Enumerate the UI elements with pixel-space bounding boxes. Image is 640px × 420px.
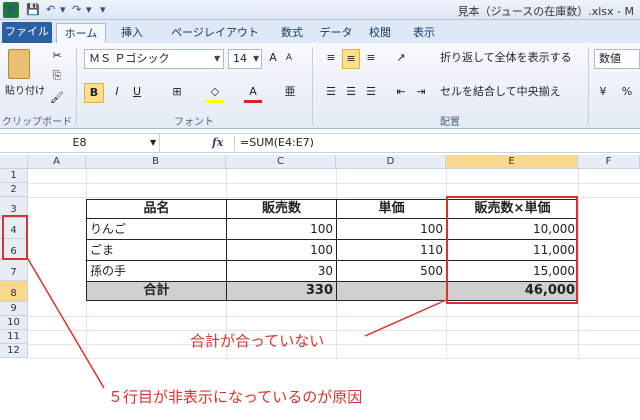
leader-line-mismatch [364,299,447,337]
annotation-leader-lines [27,258,447,389]
annotation-total-mismatch: 合計が合っていない [190,332,325,350]
annotation-hidden-row-cause: ５行目が非表示になっているのが原因 [108,388,363,406]
leader-line-cause [27,258,105,389]
